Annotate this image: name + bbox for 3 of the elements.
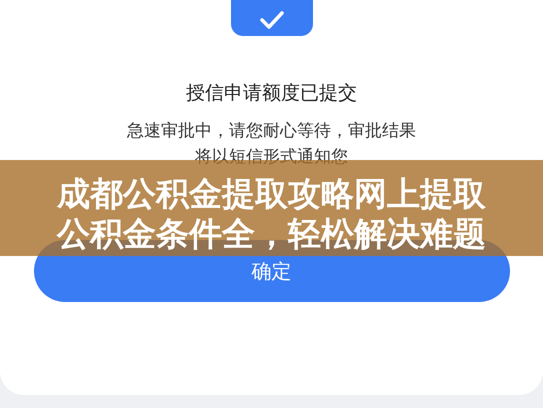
dialog-message-line: 急速审批中，请您耐心等待，审批结果 — [127, 120, 416, 143]
dialog-title: 授信申请额度已提交 — [186, 81, 357, 106]
banner-headline: 成都公积金提取攻略网上提取 — [57, 174, 486, 214]
